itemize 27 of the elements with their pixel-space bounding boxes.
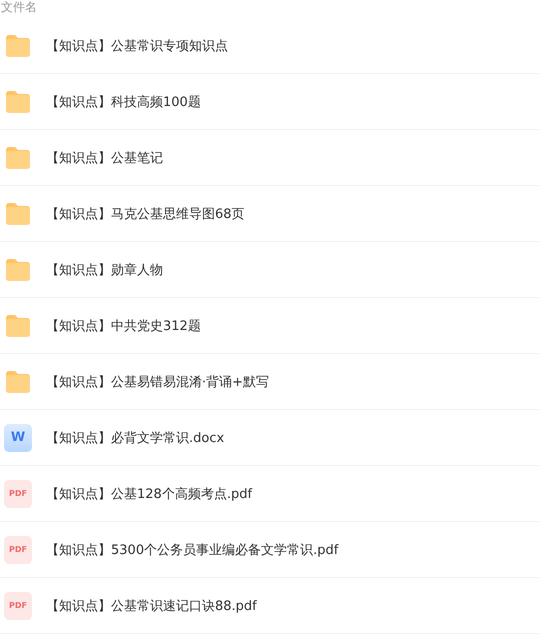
file-name: 【知识点】公基常识专项知识点 (46, 38, 228, 54)
word-file-icon: W (4, 424, 32, 452)
file-name: 【知识点】公基128个高频考点.pdf (46, 486, 252, 502)
file-name: 【知识点】公基易错易混淆·背诵+默写 (46, 374, 270, 390)
file-row[interactable]: 【知识点】公基常识专项知识点 (0, 18, 539, 74)
file-name: 【知识点】公基常识速记口诀88.pdf (46, 598, 257, 614)
file-row[interactable]: PDF 【知识点】公基128个高频考点.pdf (0, 466, 539, 522)
pdf-file-icon: PDF (4, 480, 32, 508)
file-row[interactable]: PDF 【知识点】5300个公务员事业编必备文学常识.pdf (0, 522, 539, 578)
pdf-file-icon: PDF (4, 536, 32, 564)
file-row[interactable]: W 【知识点】必背文学常识.docx (0, 410, 539, 466)
file-row[interactable]: PDF 【知识点】公基常识速记口诀88.pdf (0, 578, 539, 634)
file-row[interactable]: 【知识点】勋章人物 (0, 242, 539, 298)
file-name: 【知识点】必背文学常识.docx (46, 430, 224, 446)
file-name: 【知识点】马克公基思维导图68页 (46, 206, 245, 222)
file-name: 【知识点】公基笔记 (46, 150, 163, 166)
file-row[interactable]: 【知识点】科技高频100题 (0, 74, 539, 130)
file-row[interactable]: 【知识点】中共党史312题 (0, 298, 539, 354)
file-name: 【知识点】科技高频100题 (46, 94, 201, 110)
file-name: 【知识点】5300个公务员事业编必备文学常识.pdf (46, 542, 338, 558)
file-row[interactable]: 【知识点】公基易错易混淆·背诵+默写 (0, 354, 539, 410)
pdf-file-icon: PDF (4, 592, 32, 620)
file-name: 【知识点】勋章人物 (46, 262, 163, 278)
file-row[interactable]: 【知识点】马克公基思维导图68页 (0, 186, 539, 242)
column-header: 文件名 (1, 0, 38, 15)
file-name: 【知识点】中共党史312题 (46, 318, 201, 334)
file-row[interactable]: 【知识点】公基笔记 (0, 130, 539, 186)
